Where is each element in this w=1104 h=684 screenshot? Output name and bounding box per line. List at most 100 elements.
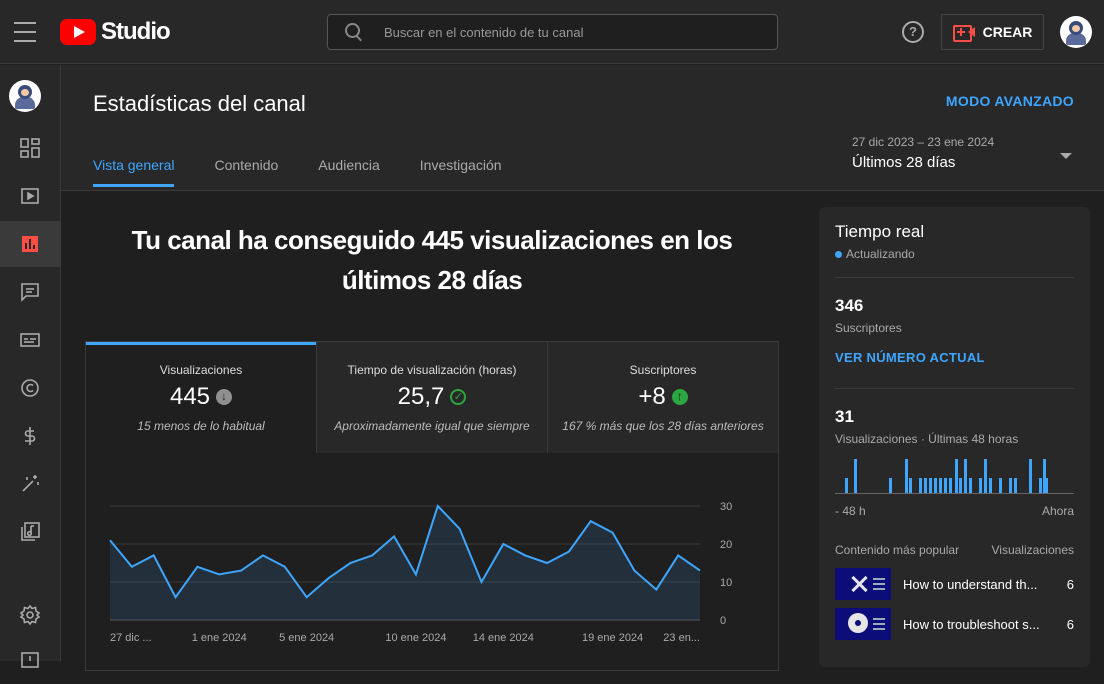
channel-avatar[interactable] <box>9 80 41 112</box>
sidebar-item-subtitles[interactable] <box>0 317 60 363</box>
x-tick-label: 27 dic ... <box>110 632 152 644</box>
search-box[interactable] <box>327 14 778 50</box>
popular-content-label: Contenido más popular <box>835 543 960 557</box>
realtime-bar[interactable] <box>939 478 942 493</box>
check-icon <box>450 389 467 405</box>
realtime-bar[interactable] <box>1045 478 1048 493</box>
realtime-bar[interactable] <box>984 459 987 493</box>
realtime-bar[interactable] <box>949 478 952 493</box>
axis-end-label: Ahora <box>1041 504 1074 518</box>
audio-library-icon <box>21 522 40 541</box>
sidebar-item-feedback[interactable] <box>0 638 60 684</box>
realtime-bar[interactable] <box>1014 478 1017 493</box>
metric-note: 167 % más que los 28 días anteriores <box>562 419 764 433</box>
divider <box>835 388 1074 389</box>
realtime-bar[interactable] <box>959 478 962 493</box>
help-icon[interactable]: ? <box>902 21 924 43</box>
popular-item-title: How to troubleshoot s... <box>903 616 1040 632</box>
feedback-icon <box>21 652 39 668</box>
page-header: Estadísticas del canal MODO AVANZADO Vis… <box>61 65 1104 191</box>
x-tick-label: 14 ene 2024 <box>473 632 534 644</box>
create-button[interactable]: CREAR <box>941 14 1044 50</box>
date-range-selector[interactable]: 27 dic 2023 – 23 ene 2024 Últimos 28 día… <box>852 135 1074 171</box>
tab-research[interactable]: Investigación <box>420 157 502 187</box>
y-tick-label: 20 <box>720 539 732 551</box>
metric-tab-views[interactable]: Visualizaciones 445 15 menos de lo habit… <box>86 342 316 453</box>
axis-start-label: - 48 h <box>835 504 866 518</box>
menu-icon[interactable] <box>14 22 36 42</box>
monetization-icon <box>24 427 36 445</box>
realtime-bar[interactable] <box>979 478 982 493</box>
metric-value: 445 <box>169 383 211 410</box>
subscriber-count: 346 <box>835 296 864 315</box>
realtime-title: Tiempo real <box>835 222 925 241</box>
metric-tab-subscribers[interactable]: Suscriptores +8 167 % más que los 28 día… <box>547 342 778 453</box>
metric-title: Suscriptores <box>629 363 697 377</box>
tab-overview[interactable]: Vista general <box>93 157 175 187</box>
realtime-bar[interactable] <box>845 478 848 493</box>
account-avatar[interactable] <box>1060 16 1092 48</box>
search-icon[interactable] <box>344 22 364 42</box>
trend-down-icon <box>216 388 233 405</box>
realtime-bar[interactable] <box>955 459 958 493</box>
realtime-axis: - 48 h Ahora <box>835 504 1074 518</box>
metric-value: +8 <box>638 383 666 410</box>
sidebar-item-copyright[interactable] <box>0 365 60 411</box>
realtime-bar[interactable] <box>944 478 947 493</box>
search-input[interactable] <box>384 24 744 40</box>
y-tick-label: 30 <box>720 501 732 513</box>
realtime-bar[interactable] <box>1029 459 1032 493</box>
sidebar-item-customization[interactable] <box>0 461 60 507</box>
realtime-bar[interactable] <box>905 459 908 493</box>
dashboard-icon <box>20 138 40 158</box>
realtime-bar[interactable] <box>934 478 937 493</box>
sidebar-item-analytics[interactable] <box>0 221 60 267</box>
realtime-bar[interactable] <box>854 459 857 493</box>
see-current-count-link[interactable]: VER NÚMERO ACTUAL <box>835 350 1074 365</box>
realtime-bar[interactable] <box>969 478 972 493</box>
overview-content: Tu canal ha conseguido 445 visualizacion… <box>61 192 803 671</box>
realtime-bar[interactable] <box>964 459 967 493</box>
sidebar-item-content[interactable] <box>0 173 60 219</box>
popular-item[interactable]: How to troubleshoot s... 6 <box>835 608 1074 640</box>
tab-bar: Vista general Contenido Audiencia Invest… <box>93 157 542 187</box>
metric-title: Visualizaciones <box>159 363 243 377</box>
metric-tab-watch-time[interactable]: Tiempo de visualización (horas) 25,7 Apr… <box>316 342 547 453</box>
studio-logo[interactable]: Studio <box>60 18 171 46</box>
realtime-bar[interactable] <box>909 478 912 493</box>
realtime-bar[interactable] <box>889 478 892 493</box>
metric-value: 25,7 <box>397 383 445 410</box>
x-tick-label: 10 ene 2024 <box>385 632 446 644</box>
realtime-bar[interactable] <box>999 478 1002 493</box>
x-tick-label: 1 ene 2024 <box>192 632 247 644</box>
popular-item[interactable]: How to understand th... 6 <box>835 568 1074 600</box>
popular-item-views: 6 <box>1066 616 1074 632</box>
sidebar-item-audio-library[interactable] <box>0 509 60 555</box>
realtime-bar[interactable] <box>919 478 922 493</box>
subscriber-label: Suscriptores <box>835 321 902 335</box>
sidebar-item-monetization[interactable] <box>0 413 60 459</box>
realtime-bar[interactable] <box>1039 478 1042 493</box>
sidebar-item-comments[interactable] <box>0 269 60 315</box>
realtime-bar-chart[interactable] <box>835 454 1074 494</box>
copyright-icon <box>21 379 39 397</box>
realtime-bar[interactable] <box>1009 478 1012 493</box>
popular-item-title: How to understand th... <box>903 576 1038 592</box>
popular-item-views: 6 <box>1066 576 1074 592</box>
main-area: Estadísticas del canal MODO AVANZADO Vis… <box>61 65 1104 671</box>
realtime-bar[interactable] <box>924 478 927 493</box>
subtitles-icon <box>20 333 40 347</box>
realtime-bar[interactable] <box>929 478 932 493</box>
views-chart[interactable]: 0 10 20 30 27 dic ... 1 ene 2024 5 ene 2024 10 … <box>86 453 778 672</box>
settings-icon <box>19 604 41 626</box>
realtime-bar[interactable] <box>989 478 992 493</box>
sidebar-item-settings[interactable] <box>0 592 60 638</box>
create-button-label: CREAR <box>982 24 1033 40</box>
youtube-logo-icon <box>60 19 96 45</box>
tab-audience[interactable]: Audiencia <box>318 157 380 187</box>
tab-content[interactable]: Contenido <box>214 157 278 187</box>
series-area <box>110 506 700 620</box>
content-icon <box>21 188 39 204</box>
sidebar-item-dashboard[interactable] <box>0 125 60 171</box>
advanced-mode-link[interactable]: MODO AVANZADO <box>946 93 1074 109</box>
